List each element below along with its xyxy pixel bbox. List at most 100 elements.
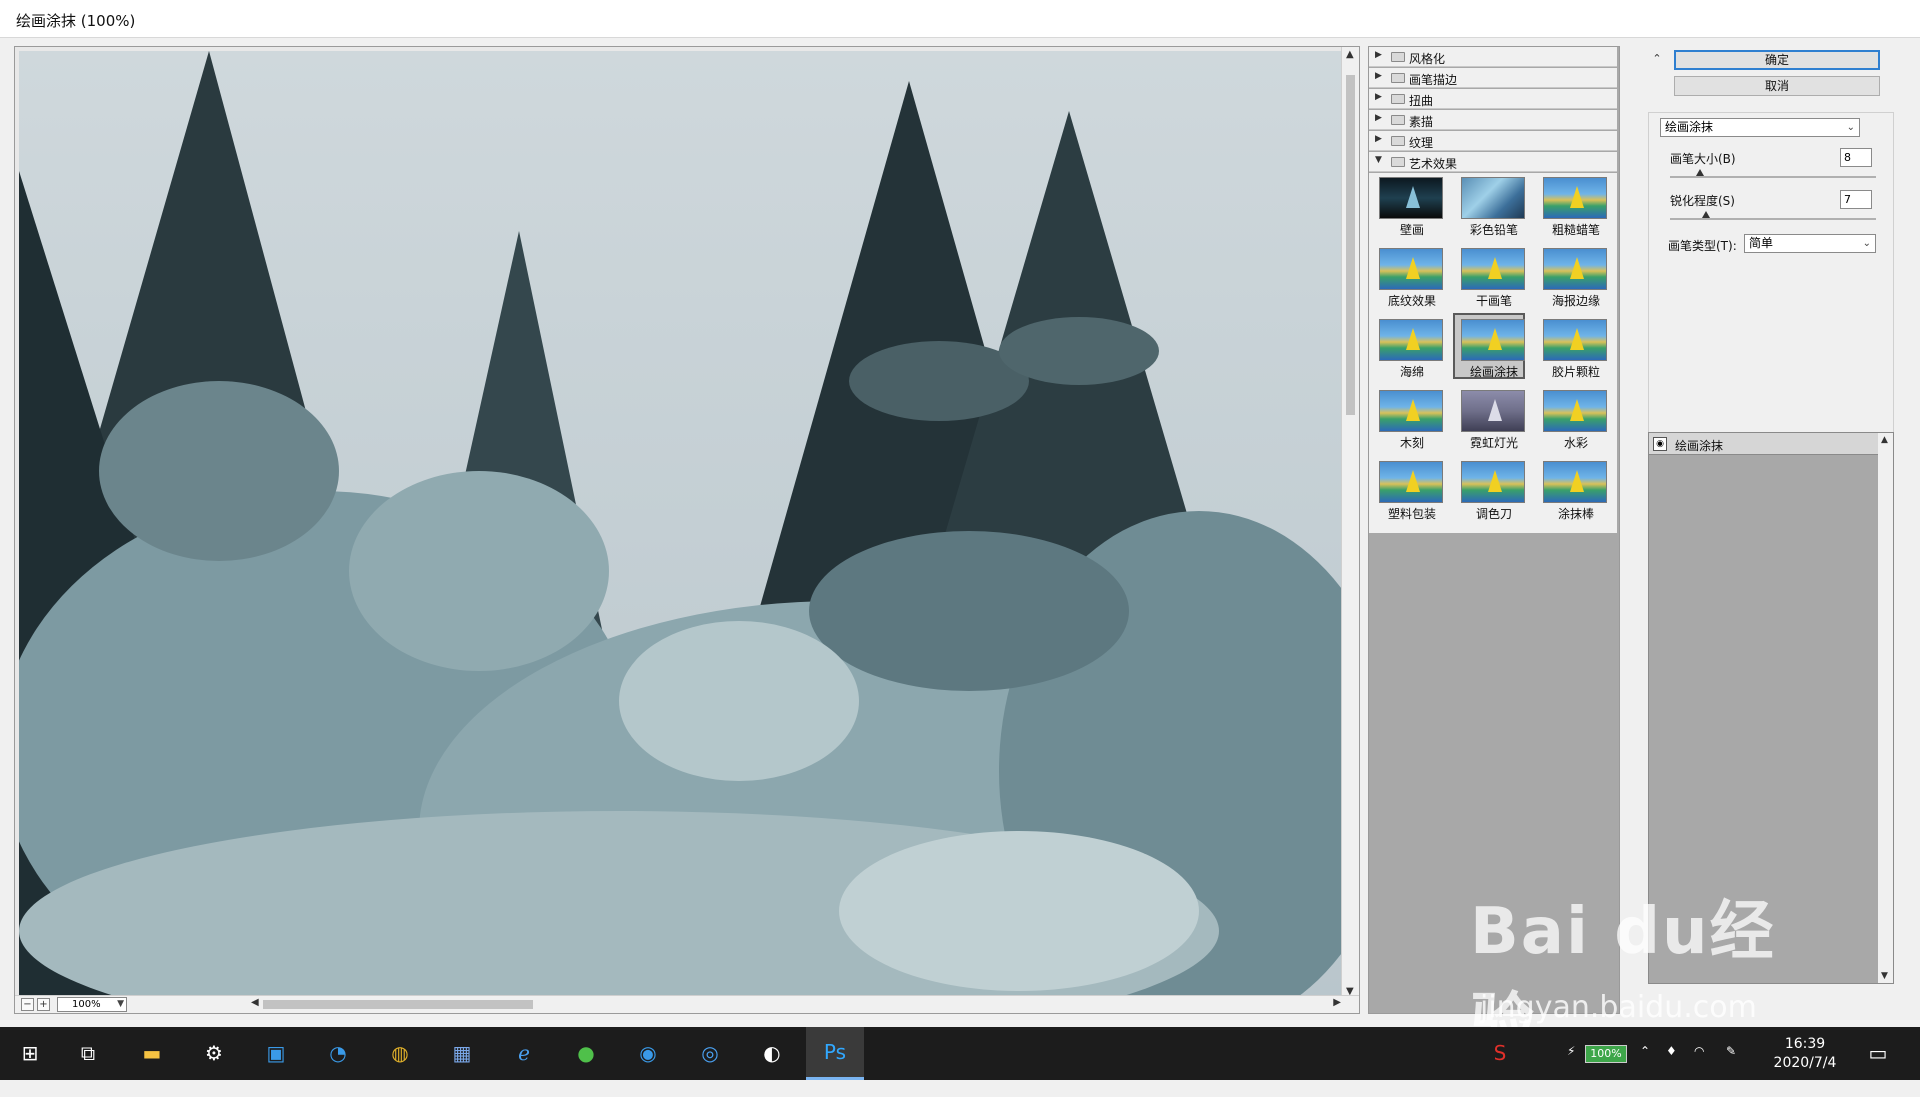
- filter-label: 胶片颗粒: [1551, 365, 1600, 379]
- expand-arrow-icon[interactable]: ▶: [1375, 113, 1382, 123]
- filter-thumb-smudge-stick[interactable]: 涂抹棒: [1537, 457, 1609, 523]
- sharpness-slider-knob[interactable]: [1702, 211, 1710, 218]
- sharpness-input[interactable]: 7: [1840, 190, 1872, 209]
- collapse-gallery-icon[interactable]: ⌃: [1650, 52, 1664, 66]
- windows-start-icon[interactable]: ⊞: [14, 1037, 46, 1069]
- filter-thumb-watercolor[interactable]: 水彩: [1537, 386, 1609, 452]
- browser-q-icon[interactable]: ◎: [694, 1037, 726, 1069]
- clock-app-icon[interactable]: ◔: [322, 1037, 354, 1069]
- filter-thumb-palette-knife[interactable]: 调色刀: [1455, 457, 1527, 523]
- hscroll-thumb[interactable]: [263, 1000, 533, 1009]
- expand-arrow-icon[interactable]: ▶: [1375, 92, 1382, 102]
- ie-browser-icon[interactable]: ℯ: [508, 1037, 540, 1069]
- filter-preview-image: [1543, 319, 1607, 361]
- category-label: 素描: [1409, 115, 1434, 129]
- cancel-button[interactable]: 取消: [1674, 76, 1880, 96]
- filter-thumb-cutout[interactable]: 木刻: [1373, 386, 1445, 452]
- filter-label: 干画笔: [1475, 294, 1512, 308]
- tray-expand-icon[interactable]: ⌃: [1640, 1044, 1650, 1097]
- windows-taskbar: ⊞ ⧉ ▬ ⚙ ▣ ◔ ◍ ▦ ℯ ● ◉ ◎ ◐ Ps S ⚡ 100% ⌃ …: [0, 1027, 1920, 1080]
- filter-thumb-poster-edges[interactable]: 海报边缘: [1537, 244, 1609, 310]
- category-artistic[interactable]: ▼ 艺术效果: [1369, 152, 1617, 172]
- brush-size-input[interactable]: 8: [1840, 148, 1872, 167]
- category-distort[interactable]: ▶ 扭曲: [1369, 89, 1617, 109]
- chrome-icon[interactable]: ◍: [384, 1037, 416, 1069]
- photos-icon[interactable]: ▣: [260, 1037, 292, 1069]
- filter-thumb-fresco[interactable]: 壁画: [1373, 173, 1445, 239]
- image-app-icon[interactable]: ◐: [756, 1037, 788, 1069]
- category-label: 艺术效果: [1409, 157, 1458, 171]
- sharpness-slider[interactable]: [1670, 218, 1876, 220]
- brush-size-slider[interactable]: [1670, 176, 1876, 178]
- taskbar-clock[interactable]: 16:39 2020/7/4: [1770, 1035, 1840, 1073]
- store-icon[interactable]: ▦: [446, 1037, 478, 1069]
- filter-label: 霓虹灯光: [1469, 436, 1518, 450]
- photoshop-icon[interactable]: Ps: [806, 1027, 864, 1080]
- app-icon[interactable]: ◉: [632, 1037, 664, 1069]
- brush-size-label: 画笔大小(B): [1670, 152, 1736, 166]
- filter-thumb-rough-pastels[interactable]: 粗糙蜡笔: [1537, 173, 1609, 239]
- category-brush-strokes[interactable]: ▶ 画笔描边: [1369, 68, 1617, 88]
- filter-thumb-colored-pencil[interactable]: 彩色铅笔: [1455, 173, 1527, 239]
- eye-icon[interactable]: ◉: [1653, 437, 1667, 451]
- task-view-icon[interactable]: ⧉: [72, 1037, 104, 1069]
- zoom-level-select[interactable]: 100% ▼: [57, 997, 127, 1012]
- category-label: 扭曲: [1409, 94, 1434, 108]
- filter-label: 壁画: [1399, 223, 1424, 237]
- scroll-thumb[interactable]: [1346, 75, 1355, 415]
- filter-thumb-neon-glow[interactable]: 霓虹灯光: [1455, 386, 1527, 452]
- notification-app-icon[interactable]: ♦: [1666, 1044, 1677, 1097]
- category-label: 纹理: [1409, 136, 1434, 150]
- battery-indicator[interactable]: 100%: [1585, 1045, 1627, 1063]
- filter-preview-image: [1543, 390, 1607, 432]
- power-plug-icon[interactable]: ⚡: [1567, 1044, 1575, 1097]
- brush-type-select[interactable]: 简单 ⌄: [1744, 234, 1876, 253]
- filter-thumb-plastic-wrap[interactable]: 塑料包装: [1373, 457, 1445, 523]
- filter-preview-image: [1461, 461, 1525, 503]
- scroll-down-arrow-icon[interactable]: ▼: [1881, 971, 1888, 981]
- filter-label: 调色刀: [1475, 507, 1512, 521]
- filter-thumb-paint-daubs[interactable]: 绘画涂抹: [1453, 313, 1525, 379]
- zoom-out-button[interactable]: −: [21, 998, 34, 1011]
- category-sketch[interactable]: ▶ 素描: [1369, 110, 1617, 130]
- preview-image[interactable]: [19, 51, 1341, 999]
- collapse-arrow-icon[interactable]: ▼: [1375, 155, 1382, 165]
- filter-preview-image: [1543, 177, 1607, 219]
- folder-icon: [1391, 94, 1405, 104]
- preview-horizontal-scrollbar[interactable]: ◀ ▶: [251, 997, 1341, 1012]
- scroll-up-arrow-icon[interactable]: ▲: [1881, 435, 1888, 445]
- layers-scrollbar[interactable]: ▲ ▼: [1878, 433, 1893, 983]
- preview-bottom-bar: − + 100% ▼ ◀ ▶: [15, 995, 1359, 1013]
- scroll-left-arrow-icon[interactable]: ◀: [251, 997, 259, 1008]
- brush-size-slider-knob[interactable]: [1696, 169, 1704, 176]
- filter-thumb-sponge[interactable]: 海绵: [1373, 315, 1445, 381]
- filter-gallery-window: 绘画涂抹 (100%) ▲ ▼ − + 100% ▼ ◀ ▶ ▶ 风格化 ▶ 画…: [0, 0, 1920, 1027]
- effect-layer-row[interactable]: ◉ 绘画涂抹: [1649, 433, 1879, 455]
- expand-arrow-icon[interactable]: ▶: [1375, 134, 1382, 144]
- preview-panel: ▲ ▼ − + 100% ▼ ◀ ▶: [14, 46, 1360, 1014]
- sogou-ime-icon[interactable]: S: [1484, 1037, 1516, 1069]
- filter-select[interactable]: 绘画涂抹 ⌄: [1660, 118, 1860, 137]
- pen-icon[interactable]: ✎: [1726, 1044, 1736, 1097]
- action-center-icon[interactable]: ▭: [1862, 1037, 1894, 1069]
- preview-vertical-scrollbar[interactable]: ▲ ▼: [1341, 47, 1359, 999]
- expand-arrow-icon[interactable]: ▶: [1375, 50, 1382, 60]
- settings-gear-icon[interactable]: ⚙: [198, 1037, 230, 1069]
- category-texture[interactable]: ▶ 纹理: [1369, 131, 1617, 151]
- category-label: 画笔描边: [1409, 73, 1458, 87]
- file-explorer-icon[interactable]: ▬: [136, 1037, 168, 1069]
- filter-gallery-panel: ▶ 风格化 ▶ 画笔描边 ▶ 扭曲 ▶ 素描 ▶ 纹理 ▼ 艺术效果 壁画 彩色…: [1368, 46, 1620, 1014]
- wechat-icon[interactable]: ●: [570, 1037, 602, 1069]
- ok-button[interactable]: 确定: [1674, 50, 1880, 70]
- category-stylize[interactable]: ▶ 风格化: [1369, 47, 1617, 67]
- wifi-icon[interactable]: ◠: [1694, 1044, 1704, 1097]
- filter-thumb-underpainting[interactable]: 底纹效果: [1373, 244, 1445, 310]
- expand-arrow-icon[interactable]: ▶: [1375, 71, 1382, 81]
- zoom-in-button[interactable]: +: [37, 998, 50, 1011]
- title-bar: 绘画涂抹 (100%): [0, 0, 1920, 38]
- scroll-up-arrow-icon[interactable]: ▲: [1346, 49, 1354, 60]
- clock-date: 2020/7/4: [1773, 1055, 1837, 1071]
- filter-thumb-dry-brush[interactable]: 干画笔: [1455, 244, 1527, 310]
- scroll-right-arrow-icon[interactable]: ▶: [1333, 997, 1341, 1008]
- filter-thumb-film-grain[interactable]: 胶片颗粒: [1537, 315, 1609, 381]
